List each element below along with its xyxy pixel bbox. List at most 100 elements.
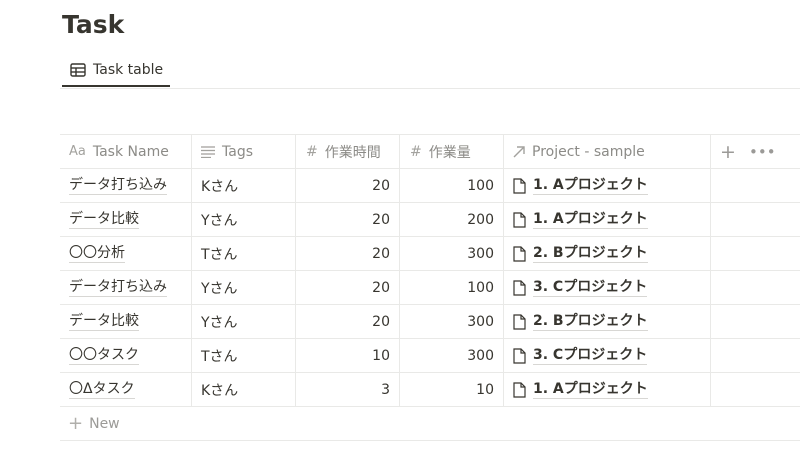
amount-value: 100	[467, 177, 494, 194]
table-icon	[70, 62, 86, 77]
task-name-cell[interactable]: 〇〇タスク	[60, 339, 192, 372]
hours-cell[interactable]: 3	[296, 373, 400, 406]
amount-value: 300	[467, 347, 494, 364]
hours-value: 20	[372, 177, 390, 194]
task-name-cell[interactable]: データ打ち込み	[60, 169, 192, 202]
hours-cell[interactable]: 10	[296, 339, 400, 372]
hours-cell[interactable]: 20	[296, 271, 400, 304]
task-name-cell[interactable]: データ比較	[60, 203, 192, 236]
table-row[interactable]: 〇〇タスク Tさん 10 300 3. Cプロジェクト	[60, 339, 800, 373]
tags-cell[interactable]: Yさん	[192, 203, 296, 236]
task-name-cell[interactable]: データ比較	[60, 305, 192, 338]
project-cell[interactable]: 2. Bプロジェクト	[504, 305, 711, 338]
project-link[interactable]: 3. Cプロジェクト	[533, 346, 648, 365]
hours-cell[interactable]: 20	[296, 305, 400, 338]
project-cell[interactable]: 3. Cプロジェクト	[504, 339, 711, 372]
project-cell[interactable]: 1. Aプロジェクト	[504, 169, 711, 202]
table-row[interactable]: データ比較 Yさん 20 300 2. Bプロジェクト	[60, 305, 800, 339]
hours-value: 20	[372, 313, 390, 330]
empty-cell	[711, 169, 800, 202]
page-document-icon	[513, 245, 526, 262]
tags-cell[interactable]: Kさん	[192, 373, 296, 406]
column-header-amount[interactable]: # 作業量	[400, 135, 504, 168]
empty-cell	[711, 271, 800, 304]
task-name: データ比較	[69, 211, 139, 229]
hours-cell[interactable]: 20	[296, 169, 400, 202]
page-document-icon	[513, 381, 526, 398]
project-link[interactable]: 3. Cプロジェクト	[533, 278, 648, 297]
task-name: データ打ち込み	[69, 177, 167, 195]
tags-cell[interactable]: Kさん	[192, 169, 296, 202]
hours-value: 20	[372, 245, 390, 262]
relation-arrow-icon	[513, 145, 525, 158]
hours-cell[interactable]: 20	[296, 203, 400, 236]
task-name-cell[interactable]: データ打ち込み	[60, 271, 192, 304]
view-tab-bar: Task table	[60, 54, 800, 89]
amount-cell[interactable]: 100	[400, 169, 504, 202]
column-header-hours[interactable]: # 作業時間	[296, 135, 400, 168]
hash-icon: #	[306, 143, 318, 160]
column-label: Project - sample	[532, 143, 645, 160]
hours-value: 10	[372, 347, 390, 364]
add-property-plus-icon[interactable]: +	[717, 141, 739, 163]
empty-cell	[711, 373, 800, 406]
column-header-tags[interactable]: Tags	[192, 135, 296, 168]
list-lines-icon	[201, 145, 215, 158]
amount-value: 200	[467, 211, 494, 228]
amount-cell[interactable]: 300	[400, 305, 504, 338]
amount-cell[interactable]: 200	[400, 203, 504, 236]
task-name-cell[interactable]: 〇Δタスク	[60, 373, 192, 406]
table-row[interactable]: データ比較 Yさん 20 200 1. Aプロジェクト	[60, 203, 800, 237]
amount-cell[interactable]: 300	[400, 237, 504, 270]
task-name: 〇Δタスク	[69, 381, 135, 399]
table-row[interactable]: 〇Δタスク Kさん 3 10 1. Aプロジェクト	[60, 373, 800, 407]
amount-cell[interactable]: 300	[400, 339, 504, 372]
table-header: Aa Task Name Tags # 作業時間 # 作業量 Project -…	[60, 135, 800, 169]
column-label: 作業量	[428, 144, 471, 161]
amount-value: 300	[467, 245, 494, 262]
header-actions: + •••	[711, 135, 800, 168]
hours-cell[interactable]: 20	[296, 237, 400, 270]
column-header-project[interactable]: Project - sample	[504, 135, 711, 168]
empty-cell	[711, 203, 800, 236]
project-link[interactable]: 1. Aプロジェクト	[533, 176, 648, 195]
project-link[interactable]: 2. Bプロジェクト	[533, 312, 648, 331]
project-link[interactable]: 1. Aプロジェクト	[533, 210, 648, 229]
more-ellipsis-icon[interactable]: •••	[749, 143, 776, 161]
amount-cell[interactable]: 100	[400, 271, 504, 304]
amount-cell[interactable]: 10	[400, 373, 504, 406]
project-cell[interactable]: 1. Aプロジェクト	[504, 203, 711, 236]
column-header-task-name[interactable]: Aa Task Name	[60, 135, 192, 168]
task-name-cell[interactable]: 〇〇分析	[60, 237, 192, 270]
page-document-icon	[513, 211, 526, 228]
aa-text-icon: Aa	[69, 144, 86, 159]
tag-value: Tさん	[201, 246, 238, 263]
hash-icon: #	[410, 143, 422, 160]
tags-cell[interactable]: Tさん	[192, 339, 296, 372]
table-row[interactable]: 〇〇分析 Tさん 20 300 2. Bプロジェクト	[60, 237, 800, 271]
table-row[interactable]: データ打ち込み Yさん 20 100 3. Cプロジェクト	[60, 271, 800, 305]
task-name: データ打ち込み	[69, 279, 167, 297]
task-name: 〇〇分析	[69, 245, 125, 263]
page-document-icon	[513, 347, 526, 364]
project-link[interactable]: 1. Aプロジェクト	[533, 380, 648, 399]
tag-value: Tさん	[201, 348, 238, 365]
empty-cell	[711, 237, 800, 270]
tab-task-table[interactable]: Task table	[62, 54, 170, 87]
page-title: Task	[62, 10, 125, 39]
empty-cell	[711, 339, 800, 372]
tags-cell[interactable]: Yさん	[192, 271, 296, 304]
project-cell[interactable]: 1. Aプロジェクト	[504, 373, 711, 406]
hours-value: 3	[381, 381, 390, 398]
project-link[interactable]: 2. Bプロジェクト	[533, 244, 648, 263]
empty-cell	[711, 305, 800, 338]
table-row[interactable]: データ打ち込み Kさん 20 100 1. Aプロジェクト	[60, 169, 800, 203]
tag-value: Yさん	[201, 212, 238, 229]
project-cell[interactable]: 3. Cプロジェクト	[504, 271, 711, 304]
tags-cell[interactable]: Tさん	[192, 237, 296, 270]
project-cell[interactable]: 2. Bプロジェクト	[504, 237, 711, 270]
hours-value: 20	[372, 211, 390, 228]
tags-cell[interactable]: Yさん	[192, 305, 296, 338]
tag-value: Yさん	[201, 314, 238, 331]
new-row-button[interactable]: + New	[60, 407, 800, 441]
